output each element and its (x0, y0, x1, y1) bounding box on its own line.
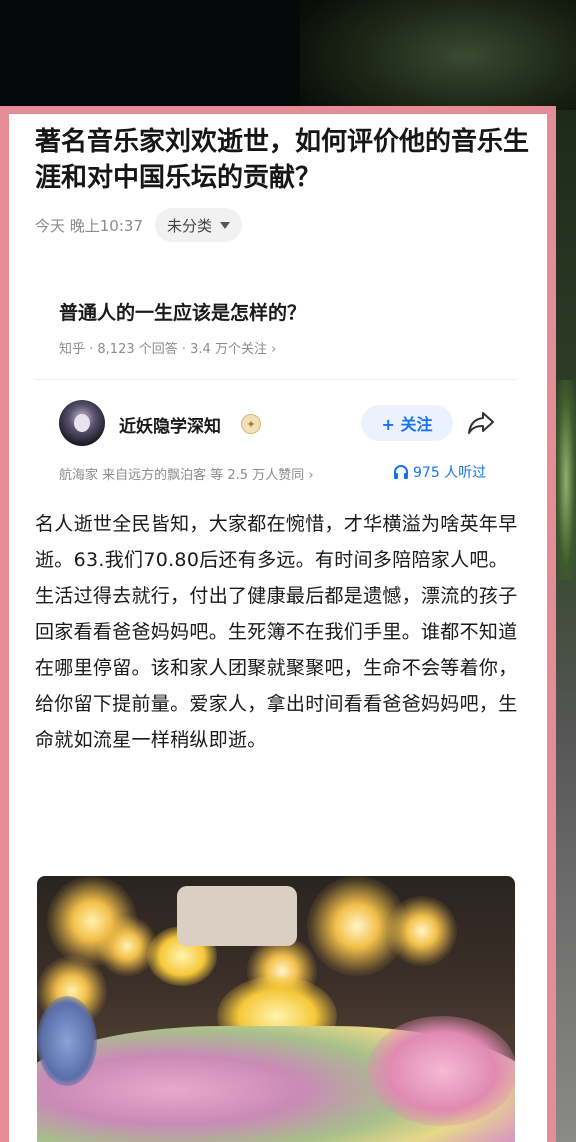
answer-body: 名人逝世全民皆知，大家都在惋惜，才华横溢为啥英年早逝。63.我们70.80后还有… (35, 513, 518, 751)
divider (35, 379, 515, 380)
green-leaf (556, 380, 576, 580)
category-label: 未分类 (167, 216, 213, 235)
chevron-down-icon (220, 221, 231, 229)
share-icon[interactable] (467, 410, 495, 436)
pink-frame: 著名音乐家刘欢逝世，如何评价他的音乐生涯和对中国乐坛的贡献？ 今天 晚上10:3… (0, 106, 556, 1142)
answer-card: 著名音乐家刘欢逝世，如何评价他的音乐生涯和对中国乐坛的贡献？ 今天 晚上10:3… (9, 114, 547, 1142)
avatar-face (74, 414, 90, 432)
follow-button[interactable]: + 关注 (361, 405, 453, 441)
listen-count[interactable]: 975 人听过 (393, 462, 486, 482)
post-time: 今天 晚上10:37 (35, 216, 143, 235)
category-dropdown[interactable]: 未分类 (155, 208, 243, 242)
related-question-title[interactable]: 普通人的一生应该是怎样的？ (59, 298, 306, 325)
headphones-icon (394, 465, 408, 479)
related-question-meta[interactable]: 知乎 · 8,123 个回答 · 3.4 万个关注 › (59, 338, 276, 357)
light-dandelion (387, 896, 457, 966)
listen-label: 975 人听过 (413, 465, 487, 481)
display-panel (177, 886, 297, 946)
avatar[interactable] (59, 400, 105, 446)
question-meta: 今天 晚上10:37 未分类 (35, 208, 243, 242)
question-title[interactable]: 著名音乐家刘欢逝世，如何评价他的音乐生涯和对中国乐坛的贡献？ (35, 124, 535, 196)
author-name[interactable]: 近妖隐学深知 (119, 412, 221, 437)
blue-flowers (37, 996, 97, 1086)
answer-photo[interactable] (37, 876, 515, 1142)
pink-flowers (367, 1016, 515, 1126)
badge-icon: ✦ (241, 414, 261, 434)
